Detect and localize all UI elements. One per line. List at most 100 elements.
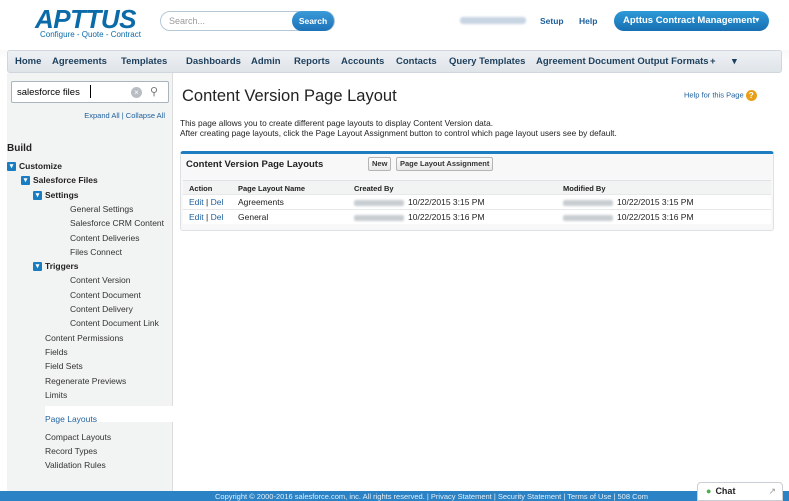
sidebar-item-salesforce-crm-content[interactable]: Salesforce CRM Content	[70, 218, 164, 228]
footer-text: Copyright © 2000-2016 salesforce.com, in…	[215, 492, 648, 501]
main-content: Content Version Page Layout Help for thi…	[174, 73, 789, 491]
table-body: Edit | Del Agreements 10/22/2015 3:15 PM 10…	[183, 194, 771, 224]
clear-icon[interactable]: ×	[131, 87, 142, 98]
created-by-user[interactable]	[354, 214, 404, 221]
tab-10[interactable]: +	[710, 56, 716, 67]
description-line-1: This page allows you to create different…	[180, 118, 494, 128]
created-by: 10/22/2015 3:15 PM	[354, 197, 485, 207]
column-layout-name: Page Layout Name	[238, 184, 306, 193]
build-heading: Build	[7, 143, 32, 154]
collapse-toggle-icon[interactable]: ▾	[7, 162, 16, 171]
column-action: Action	[189, 184, 213, 193]
modified-by: 10/22/2015 3:16 PM	[563, 212, 694, 222]
help-link[interactable]: Help	[579, 16, 597, 26]
sidebar-item-content-permissions[interactable]: Content Permissions	[45, 333, 123, 343]
chat-label: Chat	[715, 486, 736, 496]
sidebar-item-salesforce-files[interactable]: Salesforce Files	[33, 175, 98, 185]
collapse-toggle-icon[interactable]: ▾	[21, 176, 30, 186]
quick-find[interactable]: salesforce files × ⚲	[11, 81, 169, 103]
created-date: 10/22/2015 3:16 PM	[408, 212, 485, 222]
chat-widget[interactable]: ● Chat ↗	[697, 482, 783, 501]
delete-link[interactable]: Del	[211, 212, 224, 222]
apttus-logo[interactable]: APTTUS Configure - Quote - Contract	[35, 6, 141, 39]
edit-link[interactable]: Edit	[189, 197, 204, 207]
tab-1[interactable]: Agreements	[52, 56, 107, 67]
user-menu[interactable]	[460, 17, 526, 24]
description-line-2: After creating page layouts, click the P…	[180, 128, 617, 138]
sidebar-item-limits[interactable]: Limits	[45, 390, 67, 400]
sidebar-item-field-sets[interactable]: Field Sets	[45, 361, 83, 371]
modified-date: 10/22/2015 3:15 PM	[617, 197, 694, 207]
popout-icon[interactable]: ↗	[768, 483, 776, 500]
sidebar-item-settings[interactable]: Settings	[45, 190, 79, 200]
tab-6[interactable]: Accounts	[341, 56, 384, 67]
edit-link[interactable]: Edit	[189, 212, 204, 222]
search-button[interactable]: Search	[292, 11, 334, 31]
sidebar-item-page-layouts[interactable]: Page Layouts	[45, 414, 97, 424]
expand-collapse-links[interactable]: Expand All | Collapse All	[7, 111, 165, 120]
help-for-page-label: Help for this Page	[684, 90, 744, 100]
modified-by: 10/22/2015 3:15 PM	[563, 197, 694, 207]
tab-0[interactable]: Home	[15, 56, 41, 67]
page-title: Content Version Page Layout	[182, 87, 397, 105]
tab-9[interactable]: Agreement Document Output Formats	[536, 56, 709, 67]
layouts-table: Action Page Layout Name Created By Modif…	[183, 180, 771, 224]
sidebar-item-fields[interactable]: Fields	[45, 347, 68, 357]
sidebar-item-triggers[interactable]: Triggers	[45, 261, 79, 271]
help-for-page-link[interactable]: Help for this Page ?	[684, 90, 757, 101]
setup-link[interactable]: Setup	[540, 16, 564, 26]
collapse-toggle-icon[interactable]: ▾	[33, 190, 42, 200]
logo-text: APTTUS	[35, 4, 136, 34]
search-icon[interactable]: ⚲	[150, 85, 158, 98]
layout-name[interactable]: Agreements	[238, 197, 284, 207]
page-description: This page allows you to create different…	[180, 118, 617, 138]
sidebar-item-content-delivery[interactable]: Content Delivery	[70, 304, 133, 314]
created-by-user[interactable]	[354, 199, 404, 206]
table-header: Action Page Layout Name Created By Modif…	[183, 180, 771, 194]
created-date: 10/22/2015 3:15 PM	[408, 197, 485, 207]
global-search[interactable]: Search... Search	[160, 11, 335, 31]
table-row: Edit | Del Agreements 10/22/2015 3:15 PM 10…	[183, 194, 771, 209]
logo-tagline: Configure - Quote - Contract	[40, 30, 141, 39]
tab-2[interactable]: Templates	[121, 56, 167, 67]
text-cursor	[90, 85, 91, 98]
app-menu-label: Apttus Contract Management	[623, 15, 756, 26]
sidebar-item-record-types[interactable]: Record Types	[45, 446, 97, 456]
modified-date: 10/22/2015 3:16 PM	[617, 212, 694, 222]
tab-5[interactable]: Reports	[294, 56, 330, 67]
collapse-toggle-icon[interactable]: ▾	[33, 262, 42, 272]
page-layout-assignment-button[interactable]: Page Layout Assignment	[396, 157, 494, 171]
help-icon: ?	[745, 90, 757, 101]
app-menu-button[interactable]: Apttus Contract Management ▾	[614, 11, 769, 31]
tab-11[interactable]: ▾	[732, 56, 737, 67]
sidebar-item-content-version[interactable]: Content Version	[70, 275, 130, 285]
page: APTTUS Configure - Quote - Contract Sear…	[0, 0, 789, 501]
footer: Copyright © 2000-2016 salesforce.com, in…	[0, 491, 789, 501]
quick-find-input[interactable]: salesforce files	[17, 87, 80, 98]
sidebar-item-general-settings[interactable]: General Settings	[70, 204, 133, 214]
chevron-down-icon: ▾	[755, 17, 759, 24]
table-row: Edit | Del General 10/22/2015 3:16 PM 10/22…	[183, 209, 771, 224]
chat-bubble-icon: ●	[706, 486, 712, 496]
search-input[interactable]: Search...	[169, 16, 205, 26]
sidebar-item-files-connect[interactable]: Files Connect	[70, 247, 122, 257]
sidebar-item-regenerate-previews[interactable]: Regenerate Previews	[45, 376, 126, 386]
sidebar-item-customize[interactable]: Customize	[19, 161, 62, 171]
layout-name[interactable]: General	[238, 212, 268, 222]
tab-8[interactable]: Query Templates	[449, 56, 525, 67]
sidebar-item-content-document-link[interactable]: Content Document Link	[70, 318, 159, 328]
sidebar-item-content-deliveries[interactable]: Content Deliveries	[70, 233, 139, 243]
tab-4[interactable]: Admin	[251, 56, 281, 67]
tab-3[interactable]: Dashboards	[186, 56, 241, 67]
tab-7[interactable]: Contacts	[396, 56, 437, 67]
sidebar-item-compact-layouts[interactable]: Compact Layouts	[45, 432, 111, 442]
column-modified-by: Modified By	[563, 184, 606, 193]
modified-by-user[interactable]	[563, 214, 613, 221]
sidebar-item-content-document[interactable]: Content Document	[70, 290, 141, 300]
header: APTTUS Configure - Quote - Contract Sear…	[0, 0, 789, 50]
delete-link[interactable]: Del	[211, 197, 224, 207]
modified-by-user[interactable]	[563, 199, 613, 206]
column-created-by: Created By	[354, 184, 394, 193]
sidebar-item-validation-rules[interactable]: Validation Rules	[45, 460, 106, 470]
new-button[interactable]: New	[368, 157, 392, 171]
